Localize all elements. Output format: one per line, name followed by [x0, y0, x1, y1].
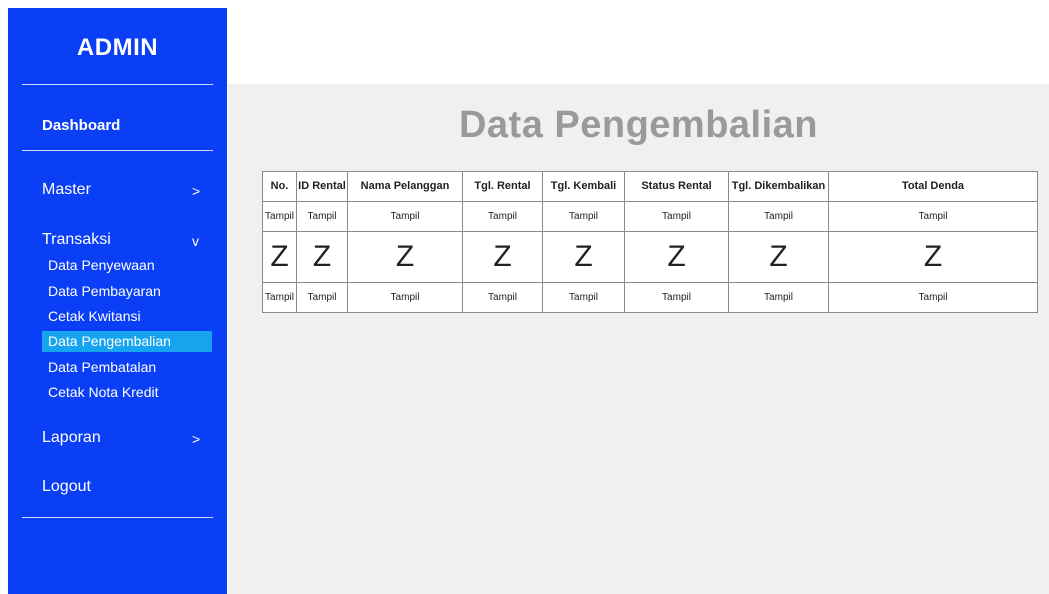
column-header[interactable]: Tgl. Rental — [462, 171, 543, 202]
table-cell: Tampil — [462, 282, 543, 313]
table-cell: Tampil — [347, 201, 463, 232]
sidebar: ADMIN Dashboard Master > Transaksi v Dat… — [8, 8, 227, 594]
column-header[interactable]: Nama Pelanggan — [347, 171, 463, 202]
chevron-right-icon[interactable]: > — [192, 431, 200, 447]
table-cell: Tampil — [542, 282, 625, 313]
table-cell: Tampil — [828, 282, 1038, 313]
column-header[interactable]: Total Denda — [828, 171, 1038, 202]
table-cell: Z — [728, 231, 829, 283]
sidebar-item-cetak-kwitansi[interactable]: Cetak Kwitansi — [48, 308, 141, 324]
sidebar-item-transaksi[interactable]: Transaksi — [42, 231, 111, 249]
sidebar-item-data-pembayaran[interactable]: Data Pembayaran — [48, 283, 161, 299]
table-header-row: No. ID Rental Nama Pelanggan Tgl. Rental… — [262, 171, 1038, 202]
main-content: Data Pengembalian No. ID Rental Nama Pel… — [228, 84, 1049, 594]
sidebar-item-data-pembatalan[interactable]: Data Pembatalan — [48, 359, 156, 375]
sidebar-item-label: Transaksi — [42, 231, 111, 248]
column-header[interactable]: Tgl. Dikembalikan — [728, 171, 829, 202]
sidebar-item-logout[interactable]: Logout — [42, 478, 91, 496]
sidebar-item-data-penyewaan[interactable]: Data Penyewaan — [48, 257, 155, 273]
table-row[interactable]: Tampil Tampil Tampil Tampil Tampil Tampi… — [262, 282, 1038, 313]
sidebar-divider — [22, 150, 213, 151]
sidebar-item-label: Laporan — [42, 429, 101, 446]
chevron-right-icon[interactable]: > — [192, 183, 200, 199]
table-cell: Z — [262, 231, 297, 283]
table-cell: Tampil — [624, 282, 729, 313]
sidebar-item-dashboard[interactable]: Dashboard — [42, 117, 120, 134]
column-header[interactable]: Status Rental — [624, 171, 729, 202]
table-cell: Z — [828, 231, 1038, 283]
table-cell: Tampil — [828, 201, 1038, 232]
top-border — [0, 0, 1049, 8]
sidebar-item-label: Master — [42, 181, 91, 198]
sidebar-item-laporan[interactable]: Laporan — [42, 429, 101, 447]
table-cell: Tampil — [296, 282, 348, 313]
sidebar-item-cetak-nota-kredit[interactable]: Cetak Nota Kredit — [48, 384, 159, 400]
sidebar-divider — [22, 84, 213, 85]
table-row[interactable]: Z Z Z Z Z Z Z Z — [262, 231, 1038, 283]
table-cell: Z — [347, 231, 463, 283]
table-row[interactable]: Tampil Tampil Tampil Tampil Tampil Tampi… — [262, 201, 1038, 232]
table-cell: Tampil — [624, 201, 729, 232]
column-header[interactable]: No. — [262, 171, 297, 202]
table-cell: Tampil — [728, 282, 829, 313]
table-cell: Tampil — [296, 201, 348, 232]
table-cell: Z — [296, 231, 348, 283]
table-cell: Tampil — [462, 201, 543, 232]
brand-title: ADMIN — [76, 34, 159, 61]
top-bar — [228, 8, 1049, 84]
table-cell: Z — [542, 231, 625, 283]
table-cell: Tampil — [347, 282, 463, 313]
sidebar-item-master[interactable]: Master — [42, 181, 91, 199]
data-table: No. ID Rental Nama Pelanggan Tgl. Rental… — [262, 171, 1038, 313]
chevron-down-icon[interactable]: v — [192, 233, 199, 249]
table-cell: Tampil — [728, 201, 829, 232]
column-header[interactable]: ID Rental — [296, 171, 348, 202]
table-cell: Tampil — [262, 201, 297, 232]
table-cell: Z — [462, 231, 543, 283]
page-title: Data Pengembalian — [458, 104, 819, 146]
sidebar-item-data-pengembalian[interactable]: Data Pengembalian — [42, 331, 212, 352]
table-cell: Z — [624, 231, 729, 283]
table-cell: Tampil — [542, 201, 625, 232]
table-cell: Tampil — [262, 282, 297, 313]
sidebar-divider — [22, 517, 213, 518]
column-header[interactable]: Tgl. Kembali — [542, 171, 625, 202]
